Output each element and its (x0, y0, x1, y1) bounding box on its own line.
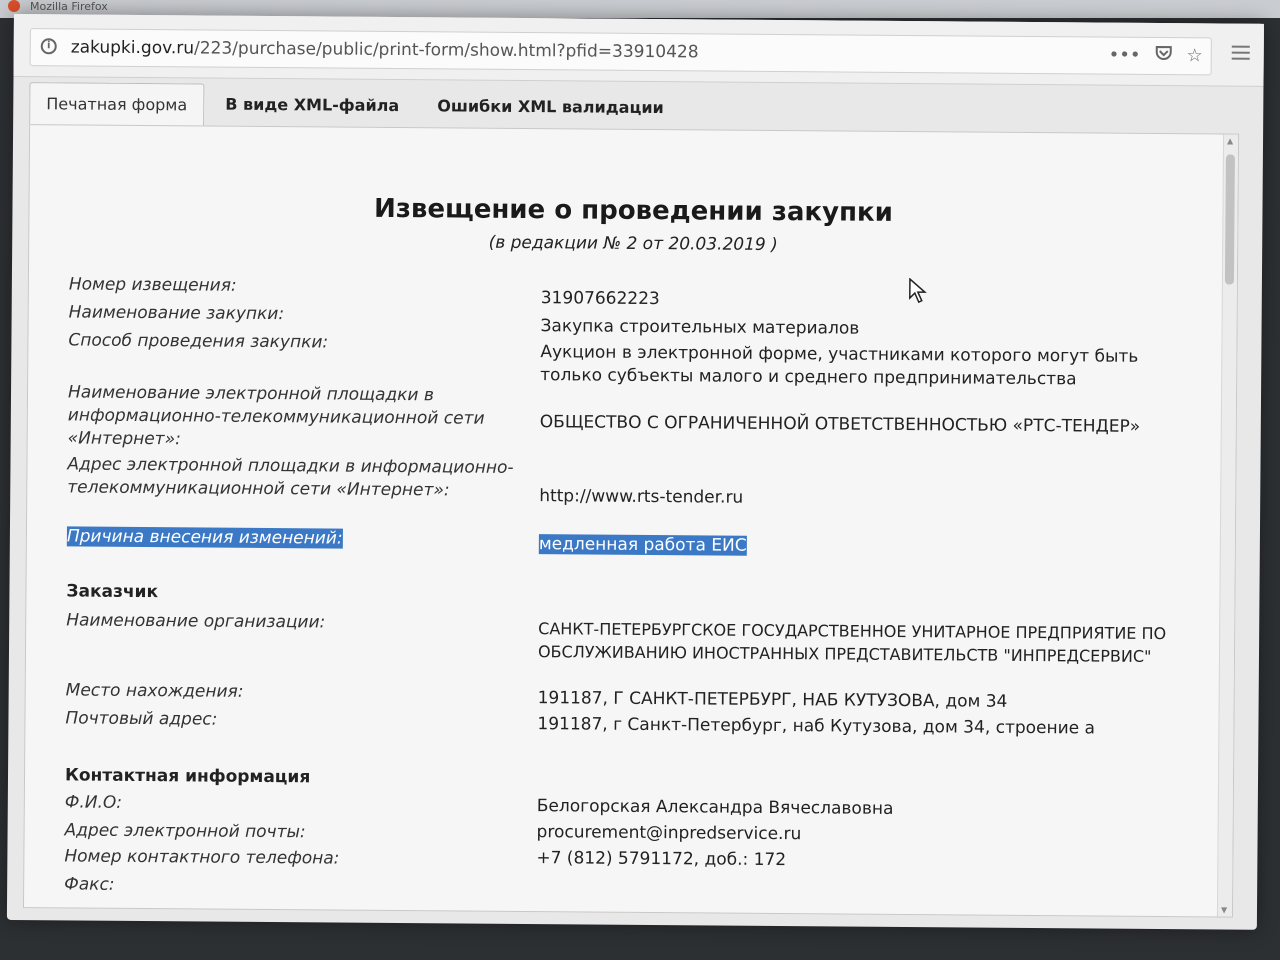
browser-window: i zakupki.gov.ru/223/purchase/public/pri… (6, 14, 1264, 930)
field-label: Адрес электронной почты: (64, 820, 306, 843)
tab-print-form[interactable]: Печатная форма (29, 82, 205, 127)
toolbar: i zakupki.gov.ru/223/purchase/public/pri… (13, 14, 1264, 87)
section-heading-customer: Заказчик (66, 581, 159, 603)
field-label: Почтовый адрес: (65, 708, 218, 730)
tab-xml-errors[interactable]: Ошибки XML валидации (421, 85, 680, 129)
field-label: Номер извещения: (68, 274, 237, 296)
field-label: Наименование закупки: (68, 302, 285, 325)
url-actions: ••• ☆ (1109, 44, 1203, 68)
field-value: 191187, Г САНКТ-ПЕТЕРБУРГ, НАБ КУТУЗОВА,… (537, 688, 1008, 712)
field-value: 31907662223 (540, 288, 660, 310)
field-value: http://www.rts-tender.ru (539, 486, 744, 508)
tab-xml-file[interactable]: В виде XML-файла (209, 84, 415, 128)
field-label: Наименование организации: (66, 610, 326, 633)
field-label: Номер контактного телефона: (64, 846, 340, 869)
field-label: Способ проведения закупки: (68, 330, 329, 353)
field-value: ОБЩЕСТВО С ОГРАНИЧЕННОЙ ОТВЕТСТВЕННОСТЬЮ… (539, 412, 1141, 437)
field-value: 191187, г Санкт-Петербург, наб Кутузова,… (537, 714, 1096, 739)
ellipsis-icon[interactable]: ••• (1109, 45, 1141, 66)
field-value-change-reason: медленная работа ЕИС (538, 533, 1189, 561)
field-label: Наименование электронной площадки в инфо… (67, 382, 485, 450)
scroll-down-arrow-icon[interactable]: ▼ (1221, 906, 1227, 915)
document-view: Извещение о проведении закупки (в редакц… (22, 124, 1240, 918)
field-label: Адрес электронной площадки в информацион… (67, 454, 514, 501)
field-value: Аукцион в электронной форме, участниками… (540, 342, 1139, 390)
scroll-up-arrow-icon[interactable]: ▲ (1227, 137, 1233, 146)
url-text[interactable]: zakupki.gov.ru/223/purchase/public/print… (71, 37, 699, 62)
field-value: procurement@inpredservice.ru (536, 822, 802, 845)
firefox-icon (8, 0, 20, 12)
pocket-icon[interactable] (1154, 44, 1172, 67)
scrollbar-thumb[interactable] (1224, 154, 1235, 285)
screen: Mozilla Firefox i zakupki.gov.ru/223/pur… (0, 0, 1280, 960)
hamburger-menu-icon[interactable] (1231, 45, 1250, 60)
page-subtitle: (в редакции № 2 от 20.03.2019 ) (488, 232, 778, 256)
window-title: Mozilla Firefox (30, 0, 108, 13)
url-path: /223/purchase/public/print-form/show.htm… (193, 38, 699, 63)
selected-text: Причина внесения изменений: (66, 526, 343, 549)
field-label: Ф.И.О: (64, 792, 123, 813)
field-value: Закупка строительных материалов (540, 316, 860, 339)
field-value: +7 (812) 5791172, доб.: 172 (536, 848, 787, 871)
site-info-icon[interactable]: i (40, 38, 57, 55)
url-host: zakupki.gov.ru (70, 37, 195, 59)
url-bar[interactable]: i zakupki.gov.ru/223/purchase/public/pri… (29, 28, 1212, 76)
section-heading-contact: Контактная информация (64, 765, 311, 788)
field-label: Место нахождения: (65, 680, 244, 702)
field-label: Факс: (64, 874, 115, 895)
field-label-change-reason: Причина внесения изменений: (66, 525, 517, 552)
selected-text: медленная работа ЕИС (538, 534, 747, 556)
field-value: САНКТ-ПЕТЕРБУРГСКОЕ ГОСУДАРСТВЕННОЕ УНИТ… (537, 619, 1167, 666)
field-value (536, 877, 1186, 882)
page-title: Извещение о проведении закупки (373, 193, 893, 228)
field-value: Белогорская Александра Вячеславовна (536, 796, 894, 819)
star-icon[interactable]: ☆ (1186, 45, 1202, 66)
